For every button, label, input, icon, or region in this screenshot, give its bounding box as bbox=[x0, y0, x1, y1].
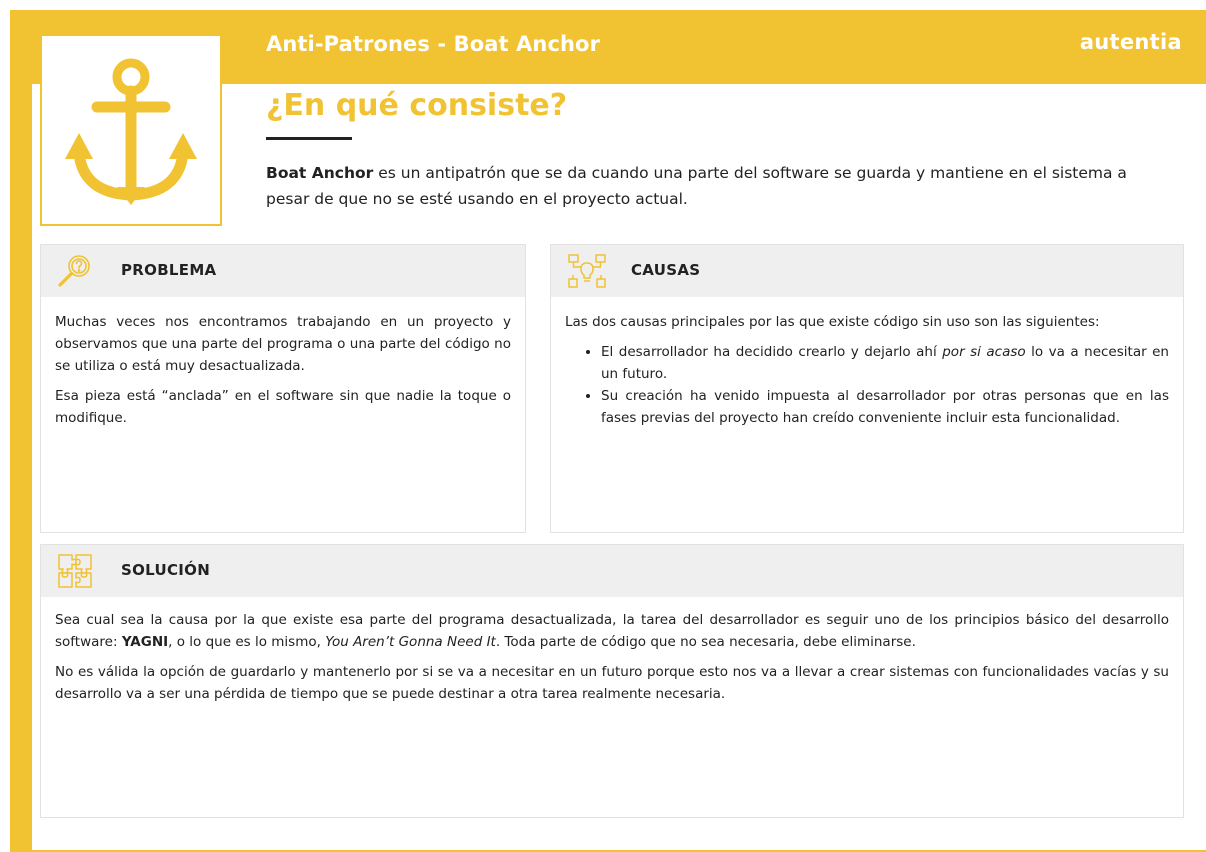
flowchart-bulb-icon bbox=[568, 254, 606, 288]
problema-body: Muchas veces nos encontramos trabajando … bbox=[55, 311, 511, 437]
causas-list-item: El desarrollador ha decidido crearlo y d… bbox=[601, 341, 1169, 385]
brand-logo: autentia bbox=[1079, 30, 1182, 54]
problema-paragraph-1: Muchas veces nos encontramos trabajando … bbox=[55, 314, 511, 374]
puzzle-icon bbox=[58, 554, 92, 588]
causas-list-item: Su creación ha venido impuesta al desarr… bbox=[601, 385, 1169, 429]
page-title: Anti-Patrones - Boat Anchor bbox=[266, 32, 601, 56]
causas-card: CAUSAS Las dos causas principales por la… bbox=[550, 244, 1184, 533]
anchor-icon bbox=[65, 58, 197, 205]
heading-underline bbox=[266, 137, 352, 140]
intro-paragraph: Boat Anchor es un antipatrón que se da c… bbox=[266, 160, 1166, 212]
solucion-card: SOLUCIÓN Sea cual sea la causa por la qu… bbox=[40, 544, 1184, 818]
problema-header: PROBLEMA bbox=[41, 245, 525, 297]
section-heading: ¿En qué consiste? bbox=[266, 88, 568, 123]
causas-intro: Las dos causas principales por las que e… bbox=[565, 314, 1100, 330]
problema-card: PROBLEMA Muchas veces nos encontramos tr… bbox=[40, 244, 526, 533]
solucion-p1-c: . Toda parte de código que no sea necesa… bbox=[495, 634, 916, 650]
intro-text: es un antipatrón que se da cuando una pa… bbox=[266, 164, 1127, 208]
problema-title: PROBLEMA bbox=[121, 261, 217, 279]
causas-list: El desarrollador ha decidido crearlo y d… bbox=[565, 341, 1169, 429]
anchor-illustration bbox=[40, 34, 222, 226]
causas-item-1-a: El desarrollador ha decidido crearlo y d… bbox=[601, 344, 943, 360]
causas-header: CAUSAS bbox=[551, 245, 1183, 297]
yagni-term: YAGNI bbox=[121, 634, 169, 650]
causas-title: CAUSAS bbox=[631, 261, 701, 279]
intro-bold-term: Boat Anchor bbox=[266, 164, 374, 182]
causas-item-1-emphasis: por si acaso bbox=[942, 344, 1026, 360]
solucion-body: Sea cual sea la causa por la que existe … bbox=[55, 609, 1169, 713]
solucion-paragraph-1: Sea cual sea la causa por la que existe … bbox=[55, 609, 1169, 653]
solucion-header: SOLUCIÓN bbox=[41, 545, 1183, 597]
problema-paragraph-2: Esa pieza está “anclada” en el software … bbox=[55, 388, 511, 426]
solucion-paragraph-2: No es válida la opción de guardarlo y ma… bbox=[55, 664, 1169, 702]
yagni-expansion: You Aren’t Gonna Need It bbox=[325, 634, 496, 650]
solucion-title: SOLUCIÓN bbox=[121, 561, 211, 579]
causas-body: Las dos causas principales por las que e… bbox=[565, 311, 1169, 429]
solucion-p1-b: , o lo que es lo mismo, bbox=[168, 634, 326, 650]
magnifier-question-icon bbox=[58, 255, 90, 287]
